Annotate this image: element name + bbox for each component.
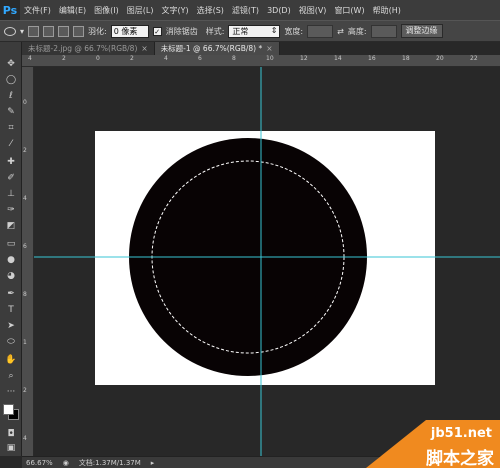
- dodge-tool-icon[interactable]: ◕: [3, 270, 19, 282]
- menu-window[interactable]: 窗口(W): [330, 5, 368, 16]
- blur-tool-icon[interactable]: ●: [3, 254, 19, 266]
- refine-edge-button[interactable]: 调整边缘: [400, 24, 443, 38]
- preset-dropdown-icon[interactable]: ▾: [20, 27, 24, 36]
- ellipse-shape-tool-icon[interactable]: ⬭: [3, 336, 19, 348]
- quick-mask-icon[interactable]: ◘: [3, 428, 19, 440]
- menu-file[interactable]: 文件(F): [20, 5, 55, 16]
- menu-image[interactable]: 图像(I): [90, 5, 123, 16]
- ruler-tick: 4: [164, 55, 168, 62]
- menu-edit[interactable]: 编辑(E): [55, 5, 90, 16]
- eraser-tool-icon[interactable]: ◩: [3, 220, 19, 232]
- ruler-tick: 22: [470, 55, 478, 62]
- foreground-color-swatch[interactable]: [3, 404, 14, 415]
- ruler-tick: 18: [402, 55, 410, 62]
- watermark: jb51.net 脚本之家: [366, 420, 500, 468]
- hand-tool-icon[interactable]: ✋: [3, 354, 19, 366]
- document-tabs: 未标题-2.jpg @ 66.7%(RGB/8) × 未标题-1 @ 66.7%(…: [22, 42, 500, 55]
- ruler-tick: 6: [198, 55, 202, 62]
- style-label: 样式:: [205, 26, 225, 36]
- ruler-tick: 4: [23, 195, 27, 202]
- ruler-vertical[interactable]: 0 2 4 6 8 1 2 4: [22, 67, 34, 456]
- add-selection-icon[interactable]: [43, 25, 55, 37]
- more-tools-icon[interactable]: ···: [3, 386, 19, 398]
- brush-tool-icon[interactable]: ✐: [3, 172, 19, 184]
- ruler-tick: 14: [334, 55, 342, 62]
- menu-select[interactable]: 选择(S): [193, 5, 228, 16]
- clone-stamp-tool-icon[interactable]: ⊥: [3, 188, 19, 200]
- close-icon[interactable]: ×: [141, 44, 147, 53]
- swap-dimensions-icon[interactable]: ⇄: [337, 27, 344, 36]
- menu-3d[interactable]: 3D(D): [263, 6, 295, 15]
- zoom-tool-icon[interactable]: ⌕: [3, 370, 19, 382]
- feather-label: 羽化:: [88, 26, 107, 36]
- status-icon: ◉: [62, 458, 69, 467]
- pen-tool-icon[interactable]: ✒: [3, 288, 19, 300]
- ruler-tick: 1: [23, 339, 27, 346]
- feather-input[interactable]: 0 像素: [110, 24, 149, 38]
- menu-type[interactable]: 文字(Y): [157, 5, 192, 16]
- antialias-label: 消除锯齿: [165, 26, 198, 36]
- ruler-tick: 2: [62, 55, 66, 62]
- ruler-tick: 20: [436, 55, 444, 62]
- tool-panel: ✥ ◯ ℓ ✎ ⌗ ⁄ ✚ ✐ ⊥ ✑ ◩ ▭ ● ◕ ✒ T ➤ ⬭ ✋ ⌕ …: [0, 42, 22, 456]
- ruler-tick: 2: [23, 147, 27, 154]
- ruler-horizontal[interactable]: 4 2 0 2 4 6 8 10 12 14 16 18 20 22: [22, 55, 500, 67]
- watermark-name: 脚本之家: [426, 449, 494, 468]
- menu-view[interactable]: 视图(V): [295, 5, 331, 16]
- watermark-url: jb51.net: [430, 426, 492, 441]
- ruler-tick: 0: [96, 55, 100, 62]
- crop-tool-icon[interactable]: ⌗: [3, 122, 19, 134]
- new-selection-icon[interactable]: [28, 25, 40, 37]
- ruler-tick: 4: [23, 435, 27, 442]
- tab-label: 未标题-1 @ 66.7%(RGB/8) *: [160, 44, 263, 53]
- ruler-tick: 8: [23, 291, 27, 298]
- quick-selection-tool-icon[interactable]: ✎: [3, 106, 19, 118]
- workspace[interactable]: [34, 67, 500, 456]
- eyedropper-tool-icon[interactable]: ⁄: [3, 138, 19, 150]
- height-input[interactable]: [370, 24, 397, 38]
- chevron-down-icon: ⇕: [270, 25, 278, 35]
- history-brush-tool-icon[interactable]: ✑: [3, 204, 19, 216]
- menu-layer[interactable]: 图层(L): [123, 5, 158, 16]
- ruler-tick: 2: [23, 387, 27, 394]
- elliptical-marquee-tool-icon[interactable]: ◯: [3, 74, 19, 86]
- screen-mode-icon[interactable]: ▣: [3, 442, 19, 454]
- ruler-tick: 0: [23, 99, 27, 106]
- ellipse-marquee-icon[interactable]: [4, 26, 16, 36]
- canvas-overlay: [34, 67, 500, 456]
- options-bar: ▾ 羽化: 0 像素 ✓ 消除锯齿 样式: 正常 ⇕ 宽度: ⇄ 高度: 调整边缘: [0, 20, 500, 42]
- intersect-selection-icon[interactable]: [73, 25, 85, 37]
- ruler-tick: 10: [266, 55, 274, 62]
- style-select[interactable]: 正常 ⇕: [228, 24, 281, 38]
- photoshop-logo: Ps: [0, 0, 20, 20]
- status-menu-icon[interactable]: ▸: [151, 459, 155, 467]
- ruler-tick: 8: [232, 55, 236, 62]
- ruler-tick: 12: [300, 55, 308, 62]
- ruler-tick: 6: [23, 243, 27, 250]
- document-size: 文档:1.37M/1.37M: [78, 458, 141, 467]
- gradient-tool-icon[interactable]: ▭: [3, 238, 19, 250]
- width-input[interactable]: [307, 24, 334, 38]
- ruler-tick: 2: [130, 55, 134, 62]
- healing-brush-tool-icon[interactable]: ✚: [3, 156, 19, 168]
- style-value: 正常: [232, 26, 249, 36]
- type-tool-icon[interactable]: T: [3, 304, 19, 316]
- tab-label: 未标题-2.jpg @ 66.7%(RGB/8): [28, 44, 138, 53]
- lasso-tool-icon[interactable]: ℓ: [3, 90, 19, 102]
- zoom-level[interactable]: 66.67%: [26, 459, 53, 467]
- path-selection-tool-icon[interactable]: ➤: [3, 320, 19, 332]
- ruler-tick: 4: [28, 55, 32, 62]
- menu-filter[interactable]: 滤镜(T): [228, 5, 263, 16]
- antialias-checkbox[interactable]: ✓: [152, 26, 162, 36]
- close-icon[interactable]: ×: [266, 44, 272, 53]
- height-label: 高度:: [347, 26, 367, 36]
- subtract-selection-icon[interactable]: [58, 25, 70, 37]
- ruler-tick: 16: [368, 55, 376, 62]
- width-label: 宽度:: [284, 26, 304, 36]
- move-tool-icon[interactable]: ✥: [3, 58, 19, 70]
- menu-bar: Ps 文件(F) 编辑(E) 图像(I) 图层(L) 文字(Y) 选择(S) 滤…: [0, 0, 500, 20]
- tab-document-1[interactable]: 未标题-1 @ 66.7%(RGB/8) * ×: [154, 42, 280, 55]
- tab-document-2[interactable]: 未标题-2.jpg @ 66.7%(RGB/8) ×: [22, 42, 155, 55]
- menu-help[interactable]: 帮助(H): [369, 5, 405, 16]
